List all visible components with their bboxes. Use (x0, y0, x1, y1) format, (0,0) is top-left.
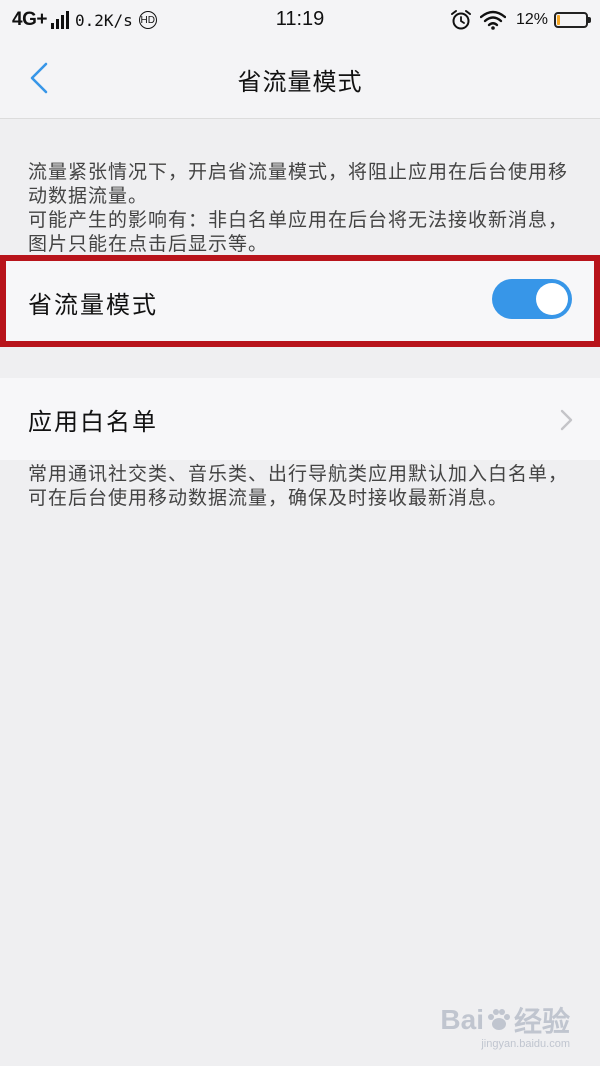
paw-icon (487, 1009, 510, 1030)
description-line-1: 流量紧张情况下，开启省流量模式，将阻止应用在后台使用移动数据流量。 (28, 161, 569, 207)
nav-bar: 省流量模式 (0, 40, 600, 119)
whitelist-description: 常用通讯社交类、音乐类、出行导航类应用默认加入白名单，可在后台使用移动数据流量，… (28, 462, 573, 510)
battery-icon (554, 12, 591, 28)
wifi-icon (479, 10, 506, 30)
description-line-2: 可能产生的影响有：非白名单应用在后台将无法接收新消息，图片只能在点击后显示等。 (28, 209, 569, 255)
status-right: 12% (450, 9, 591, 31)
toggle-knob (536, 283, 568, 315)
page-title: 省流量模式 (237, 68, 363, 96)
data-saver-toggle[interactable] (492, 279, 572, 319)
watermark-logo-right: 经验 (513, 1006, 570, 1037)
watermark-url: jingyan.baidu.com (481, 1038, 570, 1050)
whitelist-label: 应用白名单 (28, 408, 158, 436)
watermark-logo-left: Bai (440, 1004, 484, 1035)
data-saver-label: 省流量模式 (28, 291, 158, 319)
battery-percent: 12% (515, 11, 548, 28)
status-bar: 4G+ 0.2K/s HD 11:19 12% (0, 0, 600, 40)
data-saver-row[interactable]: 省流量模式 (0, 255, 600, 347)
whitelist-row[interactable]: 应用白名单 (0, 378, 600, 460)
alarm-icon (450, 10, 471, 30)
whitelist-description-text: 常用通讯社交类、音乐类、出行导航类应用默认加入白名单，可在后台使用移动数据流量，… (28, 463, 569, 509)
chevron-right-icon (560, 409, 573, 431)
baidu-watermark: Bai 经验 jingyan.baidu.com (440, 1000, 570, 1050)
mode-description: 流量紧张情况下，开启省流量模式，将阻止应用在后台使用移动数据流量。 可能产生的影… (28, 160, 573, 256)
watermark-logo: Bai 经验 (440, 1000, 570, 1040)
battery-level (557, 15, 560, 25)
